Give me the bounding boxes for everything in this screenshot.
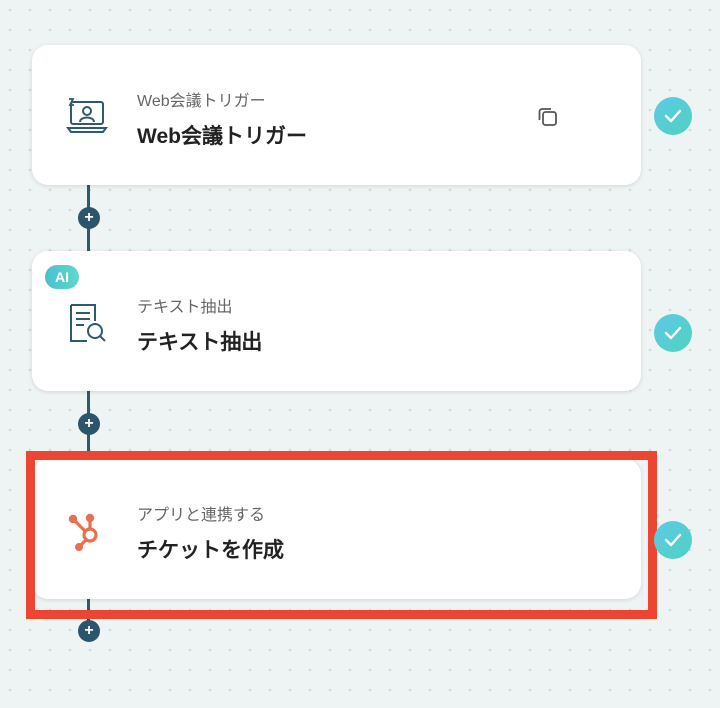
add-step-button[interactable]: + <box>78 620 100 642</box>
flow-step-card-text-extract[interactable]: AI テキスト抽出 テキスト抽出 <box>32 251 641 391</box>
step-subtitle: テキスト抽出 <box>137 299 233 316</box>
step-subtitle: アプリと連携する <box>137 507 266 524</box>
hubspot-icon <box>65 509 109 553</box>
flow-step-card-web-meeting[interactable]: Web会議トリガー Web会議トリガー <box>32 45 641 185</box>
document-search-icon <box>65 301 109 345</box>
step-subtitle: Web会議トリガー <box>137 93 266 110</box>
step-completed-check-icon <box>654 314 692 352</box>
ai-badge: AI <box>45 265 79 289</box>
step-title: Web会議トリガー <box>137 125 307 148</box>
step-title: チケットを作成 <box>137 539 284 562</box>
flow-step-card-create-ticket[interactable]: アプリと連携する チケットを作成 <box>32 459 641 599</box>
add-step-button[interactable]: + <box>78 207 100 229</box>
copy-icon[interactable] <box>535 104 561 130</box>
add-step-button[interactable]: + <box>78 413 100 435</box>
step-title: テキスト抽出 <box>137 331 263 354</box>
step-completed-check-icon <box>654 97 692 135</box>
step-completed-check-icon <box>654 521 692 559</box>
video-meeting-icon <box>65 95 109 139</box>
